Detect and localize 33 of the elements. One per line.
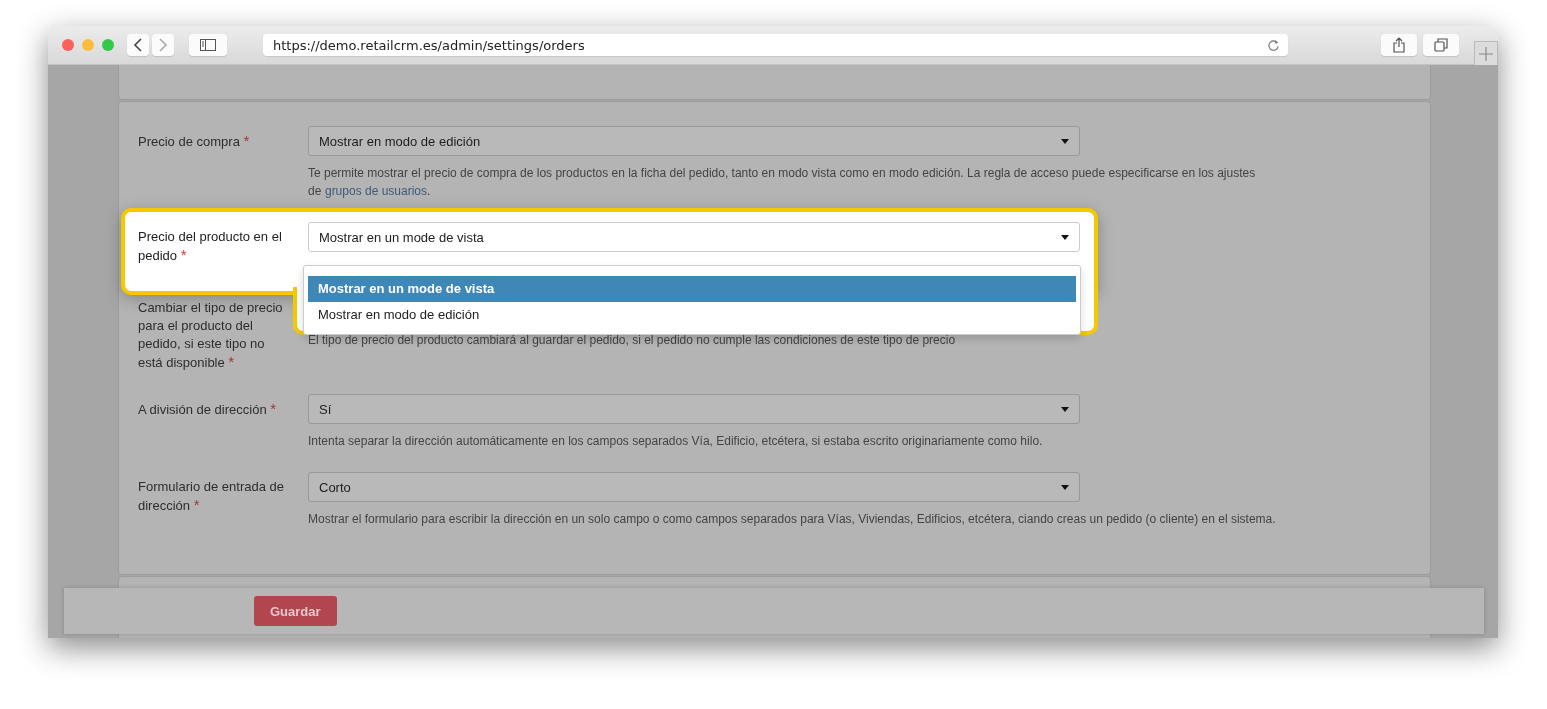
back-button[interactable] [127, 34, 149, 56]
field-label: Formulario de entrada de dirección * [138, 478, 285, 515]
caret-icon [1061, 484, 1069, 490]
caret-icon [1061, 406, 1069, 412]
field-label: Precio de compra * [138, 131, 251, 151]
sidebar-button[interactable] [189, 34, 227, 56]
select-field[interactable]: Sí [308, 394, 1080, 424]
field-label: A división de dirección * [138, 399, 278, 419]
select-field[interactable]: Mostrar en modo de edición [308, 126, 1080, 156]
field-label: Precio del producto en el pedido * [138, 228, 283, 265]
back-icon [133, 38, 143, 52]
caret-icon [1061, 234, 1069, 240]
new-tab-button[interactable] [1474, 41, 1498, 65]
plus-icon [1479, 46, 1493, 61]
forward-icon [158, 38, 168, 52]
dropdown-option[interactable]: Mostrar en un mode de vista [308, 276, 1076, 302]
help-text: Te permite mostrar el precio de compra de los productos en la ficha del pedido, tanto en modo vista como en modo edición. La regla de acceso puede especificarse en los ajustes de grupos de usuarios. [308, 165, 1257, 200]
caret-icon [1061, 138, 1069, 144]
share-icon [1393, 37, 1405, 53]
tabs-icon [1434, 38, 1448, 52]
sidebar-icon [200, 39, 216, 51]
share-button[interactable] [1381, 34, 1417, 56]
select-field[interactable]: Corto [308, 472, 1080, 502]
select-field[interactable]: Mostrar en un mode de vista [308, 222, 1080, 252]
maximize-icon[interactable] [102, 39, 114, 51]
close-icon[interactable] [62, 39, 74, 51]
tabs-button[interactable] [1423, 34, 1459, 56]
help-text: Mostrar el formulario para escribir la dirección en un solo campo o como campos separados para Vías, Viviendas, Edificios, etcétera, ciando creas un pedido (o cliente) en el sistema. [308, 511, 1277, 528]
help-text: Intenta separar la dirección automáticamente en los campos separados Vía, Edificio, etcétera, si estaba escrito originariamente como hilo. [308, 433, 1044, 450]
address-bar[interactable]: https://demo.retailcrm.es/admin/settings/orders [263, 34, 1288, 56]
field-label: Cambiar el tipo de precio para el producto del pedido, si este tipo no está disponible * [138, 299, 284, 372]
reload-icon[interactable] [1267, 38, 1280, 52]
help-text: El tipo de precio del producto cambiará al guardar el pedido, si el pedido no cumple las condiciones de este tipo de precio [308, 332, 957, 349]
